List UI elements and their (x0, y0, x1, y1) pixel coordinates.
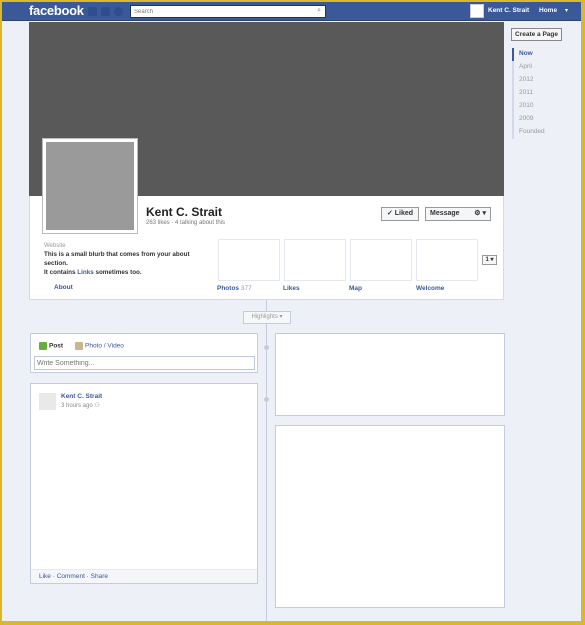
post-icon (39, 342, 47, 350)
about-link[interactable]: About (54, 284, 73, 291)
search-input[interactable] (131, 6, 301, 17)
messages-icon[interactable] (101, 7, 110, 16)
photo-count: 377 (240, 285, 252, 292)
timeline-nav-2011[interactable]: 2011 (514, 87, 545, 100)
gear-icon[interactable]: ⚙ ▾ (474, 208, 486, 220)
facebook-logo[interactable]: facebook (29, 3, 84, 18)
timeline-nav-2010[interactable]: 2010 (514, 100, 545, 113)
post-actions[interactable]: Like · Comment · Share (31, 569, 257, 583)
message-label: Message (430, 210, 460, 217)
post-author[interactable]: Kent C. Strait (61, 393, 102, 400)
timeline-marker (264, 397, 269, 402)
profile-picture[interactable] (42, 138, 138, 234)
profile-picture-placeholder (46, 142, 134, 230)
about-section: Website This is a small blurb that comes… (44, 243, 214, 291)
timeline-post: Kent C. Strait 3 hours ago ⚇ Like · Comm… (30, 383, 258, 584)
user-name-link[interactable]: Kent C. Strait (488, 7, 529, 14)
home-link[interactable]: Home (539, 7, 557, 14)
app-tile-map[interactable] (350, 239, 412, 281)
timeline-nav-april[interactable]: April (514, 61, 545, 74)
privacy-icon: ⚇ (94, 403, 100, 409)
timeline-scrubber: Create a Page Now April 2012 2011 2010 2… (508, 22, 581, 621)
about-label: Website (44, 243, 66, 249)
app-label-photos-text: Photos (217, 285, 240, 292)
about-text-pre: It contains (44, 269, 78, 276)
search-icon[interactable]: ⌕ (317, 7, 321, 15)
page-title: Kent C. Strait (146, 205, 223, 219)
notifications-icon[interactable] (114, 7, 123, 16)
apps-pager-button[interactable]: 1 ▾ (482, 255, 497, 265)
timeline-nav: Now April 2012 2011 2010 2009 Founded (512, 48, 545, 139)
left-margin (2, 22, 29, 621)
liked-button[interactable]: ✓ Liked (381, 207, 419, 221)
friend-requests-icon[interactable] (88, 7, 97, 16)
photo-icon (75, 342, 83, 350)
timeline-marker (264, 345, 269, 350)
message-button[interactable]: Message ⚙ ▾ (425, 207, 491, 221)
timeline-nav-founded[interactable]: Founded (514, 126, 545, 139)
app-label-map[interactable]: Map (349, 285, 362, 292)
app-label-photos[interactable]: Photos 377 (217, 285, 252, 292)
write-something-input[interactable] (34, 356, 255, 370)
app-tile-photos[interactable] (218, 239, 280, 281)
timeline-story-placeholder (275, 425, 505, 608)
top-navigation-bar: facebook ⌕ Kent C. Strait Home ▾ (2, 2, 581, 21)
timeline-nav-now[interactable]: Now (512, 48, 545, 61)
post-time[interactable]: 3 hours ago ⚇ (61, 402, 100, 409)
highlights-dropdown[interactable]: Highlights ▾ (243, 311, 291, 324)
app-label-welcome[interactable]: Welcome (416, 285, 444, 292)
facebook-timeline-page: facebook ⌕ Kent C. Strait Home ▾ Kent C.… (2, 2, 581, 621)
timeline-nav-2012[interactable]: 2012 (514, 74, 545, 87)
tab-post[interactable]: Post (39, 342, 63, 350)
app-label-likes[interactable]: Likes (283, 285, 300, 292)
tab-photo-label: Photo / Video (85, 342, 124, 350)
user-thumbnail[interactable] (470, 4, 484, 18)
create-page-button[interactable]: Create a Page (511, 28, 562, 41)
about-blurb: This is a small blurb that comes from yo… (44, 251, 190, 267)
status-composer: Post Photo / Video (30, 333, 258, 373)
search-box[interactable]: ⌕ (130, 5, 326, 18)
about-text-post: sometimes too. (93, 269, 142, 276)
about-inline-link[interactable]: Links (77, 269, 93, 276)
avatar[interactable] (39, 393, 56, 410)
post-time-text: 3 hours ago (61, 403, 93, 409)
account-menu-icon[interactable]: ▾ (565, 7, 568, 14)
timeline-nav-2009[interactable]: 2009 (514, 113, 545, 126)
page-stats: 263 likes · 4 talking about this (146, 220, 226, 226)
timeline-story-placeholder (275, 333, 505, 416)
app-tile-likes[interactable] (284, 239, 346, 281)
about-text: This is a small blurb that comes from yo… (44, 250, 214, 277)
tab-post-label: Post (49, 342, 64, 350)
app-tile-welcome[interactable] (416, 239, 478, 281)
tab-photo-video[interactable]: Photo / Video (75, 342, 124, 350)
